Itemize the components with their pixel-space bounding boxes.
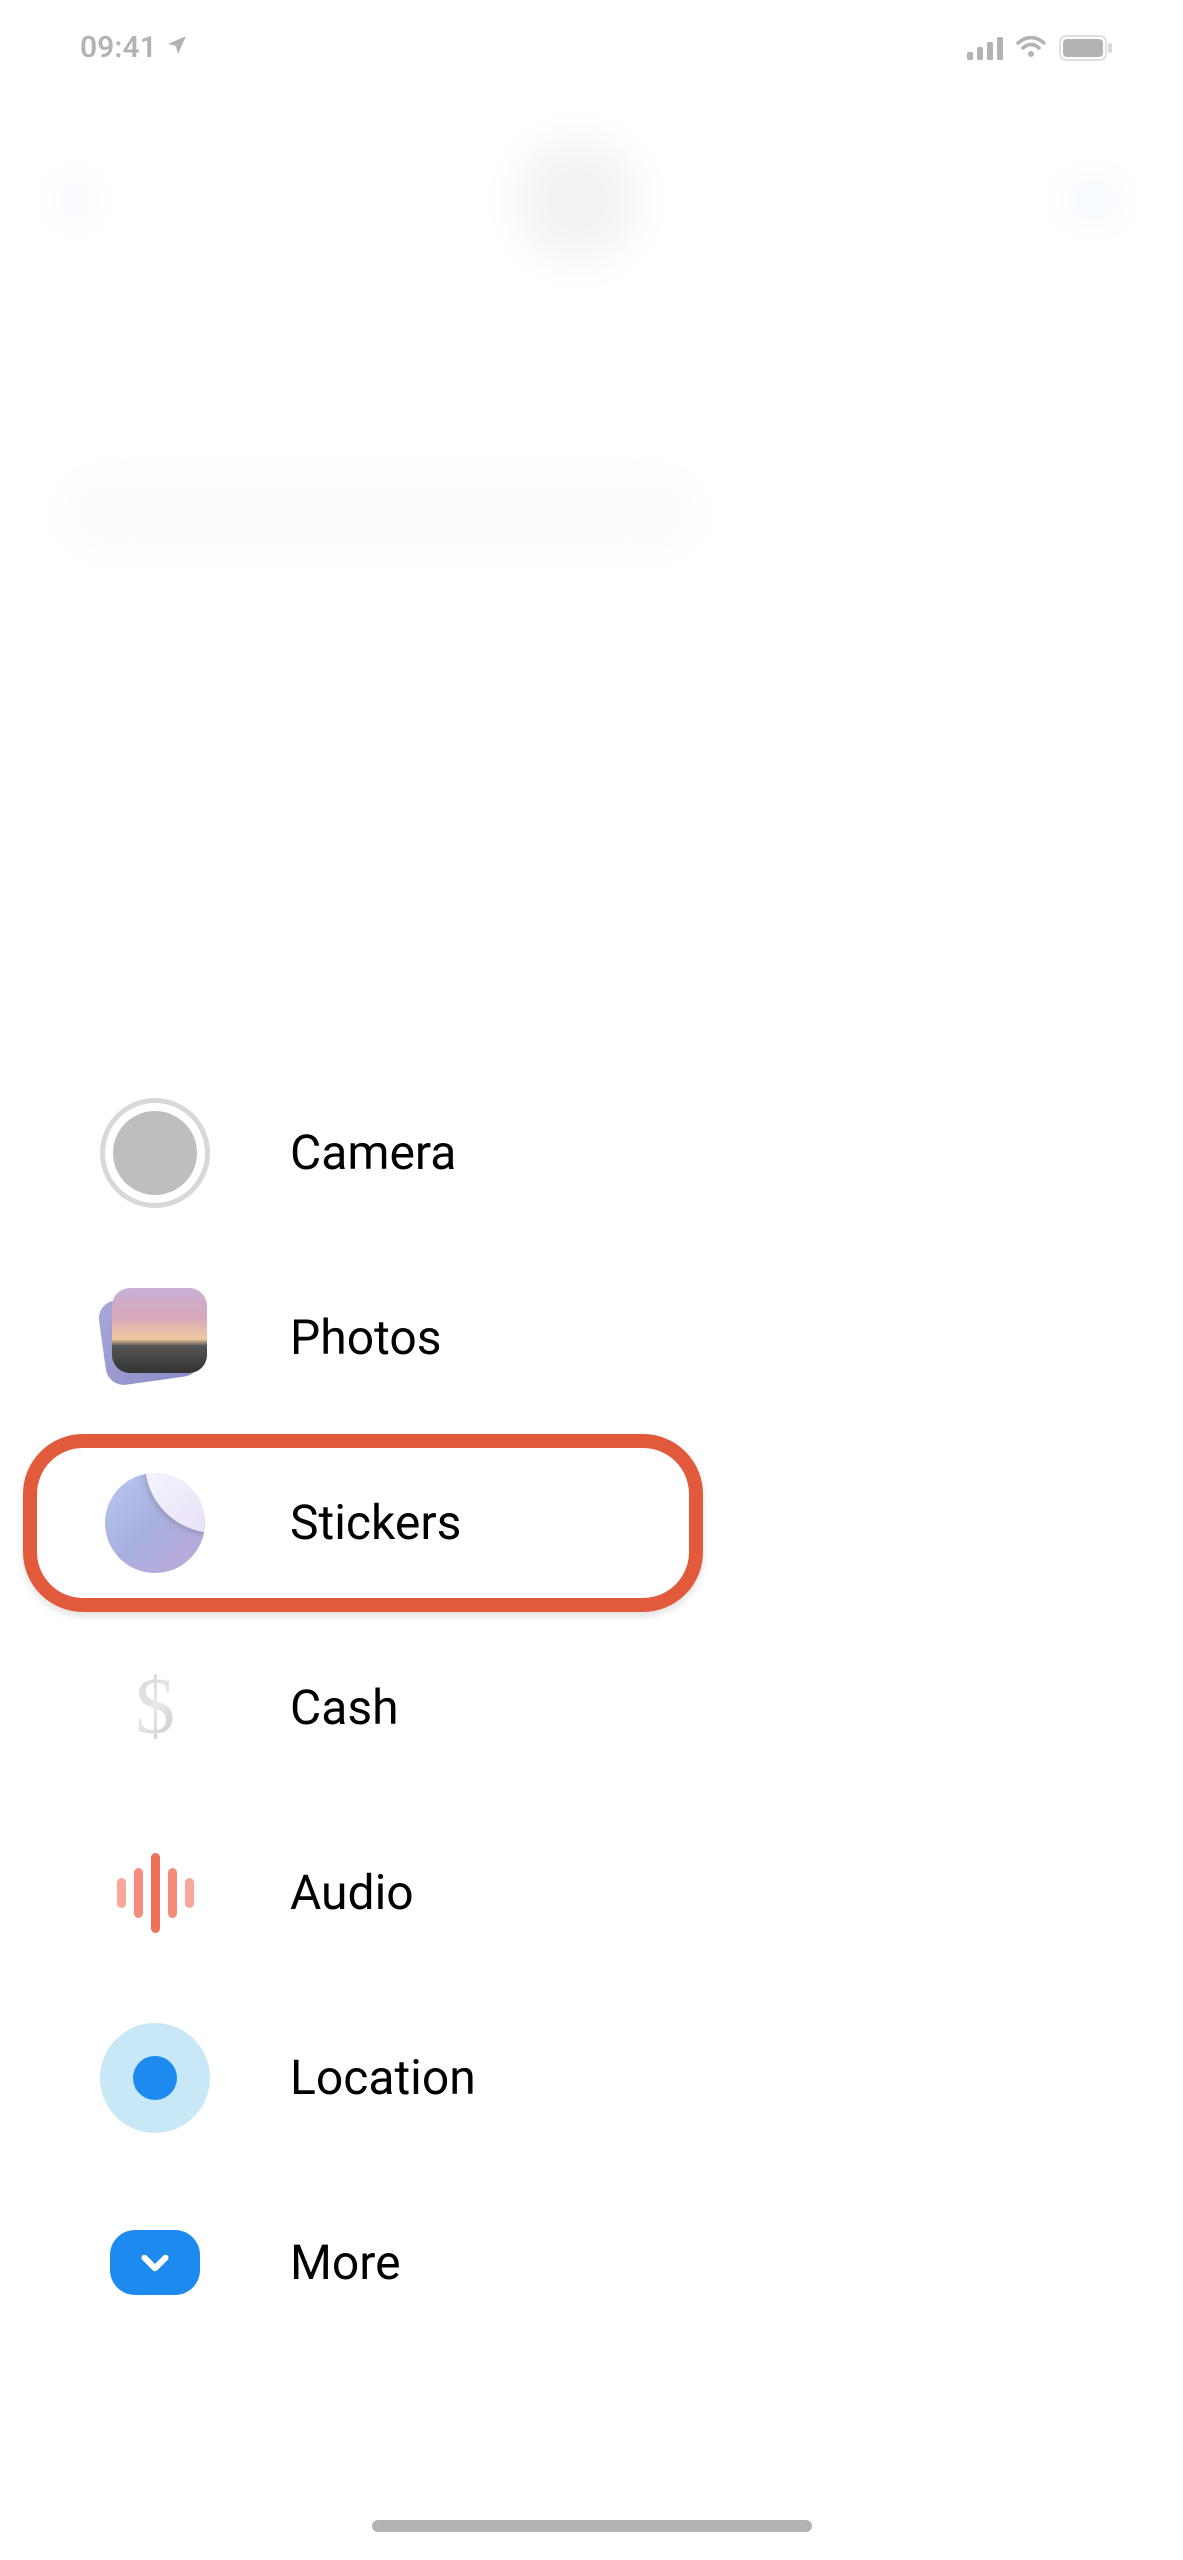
attachment-menu: Camera Photos Stickers $ Cash xyxy=(0,1060,1183,2355)
menu-item-label: Stickers xyxy=(290,1494,461,1551)
menu-item-cash[interactable]: $ Cash xyxy=(100,1615,1183,1800)
location-icon xyxy=(100,2023,210,2133)
menu-item-label: Camera xyxy=(290,1124,456,1181)
camera-icon xyxy=(100,1098,210,1208)
more-icon xyxy=(100,2208,210,2318)
menu-item-photos[interactable]: Photos xyxy=(100,1245,1183,1430)
menu-item-label: Location xyxy=(290,2049,476,2106)
menu-item-label: Photos xyxy=(290,1309,441,1366)
audio-icon xyxy=(100,1838,210,1948)
menu-item-camera[interactable]: Camera xyxy=(100,1060,1183,1245)
menu-item-label: Cash xyxy=(290,1679,399,1736)
menu-item-audio[interactable]: Audio xyxy=(100,1800,1183,1985)
photos-icon xyxy=(100,1283,210,1393)
menu-item-location[interactable]: Location xyxy=(100,1985,1183,2170)
menu-item-more[interactable]: More xyxy=(100,2170,1183,2355)
cash-icon: $ xyxy=(100,1653,210,1763)
menu-item-stickers[interactable]: Stickers xyxy=(100,1430,1183,1615)
stickers-icon xyxy=(100,1468,210,1578)
menu-item-label: Audio xyxy=(290,1864,414,1921)
menu-item-label: More xyxy=(290,2234,401,2291)
